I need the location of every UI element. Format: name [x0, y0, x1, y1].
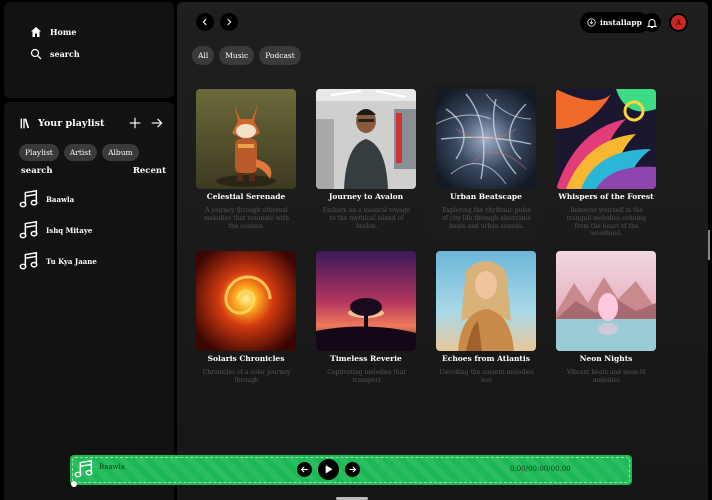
playlist-item[interactable]: Baawla [18, 188, 74, 210]
progress-handle[interactable] [71, 481, 77, 487]
library-header: Your playlist [19, 116, 164, 130]
music-note-icon [19, 220, 38, 239]
download-circle-icon [587, 18, 596, 27]
album-card[interactable]: Urban Beatscape Exploring the rhythmic p… [427, 84, 537, 234]
album-description: Captivating melodies that transport [327, 369, 406, 384]
arrow-left-icon [300, 466, 308, 473]
avatar-initial: A [675, 18, 682, 27]
album-card[interactable]: Neon Nights Vibrant beats and neon-lit m… [547, 246, 657, 396]
album-cover [196, 89, 296, 189]
avatar[interactable]: A [669, 13, 688, 32]
album-title: Timeless Reverie [330, 354, 402, 363]
install-app-label: installapp [600, 18, 642, 27]
album-cover [196, 251, 296, 351]
previous-button[interactable] [297, 462, 312, 477]
library-title: Your playlist [38, 117, 105, 129]
main-content: installapp A All Music Podcast Celestial… [177, 2, 708, 500]
scrollbar-thumb[interactable] [708, 230, 710, 260]
filter-podcast[interactable]: Podcast [259, 46, 301, 65]
album-cover [556, 89, 656, 189]
album-card[interactable]: Whispers of the Forest Immerse yourself … [547, 84, 657, 237]
play-icon [325, 465, 333, 474]
arrow-right-icon [349, 466, 357, 473]
library-search[interactable]: search [21, 166, 53, 176]
chip-artist[interactable]: Artist [63, 144, 98, 161]
music-note-icon [19, 251, 38, 270]
chip-playlist[interactable]: Playlist [19, 144, 59, 161]
nav-search[interactable]: search [30, 48, 80, 60]
playlist-item[interactable]: Tu Kya Jaane [18, 250, 97, 272]
next-button[interactable] [345, 462, 360, 477]
plus-icon[interactable] [128, 116, 142, 130]
playlist-name: Baawla [46, 194, 75, 204]
player-song-name: Baawla [99, 463, 125, 471]
chevron-left-icon [202, 18, 207, 26]
nav-search-label: search [50, 49, 80, 59]
library-icon[interactable] [19, 117, 32, 130]
library-chips: Playlist Artist Album [19, 144, 139, 161]
arrow-right-icon[interactable] [150, 116, 164, 130]
playlist-name: Tu Kya Jaane [46, 256, 97, 266]
album-description: Embark on a musical voyage to the mythic… [322, 207, 411, 230]
album-description: Immerse yourself in the tranquil melodie… [566, 207, 647, 238]
back-button[interactable] [196, 13, 214, 31]
player-time: 0:00/00:00/00.00 [510, 465, 571, 473]
filter-chips: All Music Podcast [192, 46, 301, 65]
notifications-button[interactable] [642, 13, 661, 32]
album-card[interactable]: Celestial Serenade A journey through eth… [187, 84, 297, 234]
music-note-icon [74, 459, 93, 478]
album-card[interactable]: Echoes from Atlantis Unveiling the ancie… [427, 246, 537, 396]
nav-home-label: Home [50, 27, 77, 37]
album-title: Whispers of the Forest [558, 192, 654, 201]
forward-button[interactable] [220, 13, 238, 31]
album-title: Celestial Serenade [206, 192, 286, 201]
install-app-button[interactable]: installapp [580, 12, 649, 33]
nav-home[interactable]: Home [30, 26, 76, 38]
chip-album[interactable]: Album [102, 144, 139, 161]
album-title: Echoes from Atlantis [442, 354, 530, 363]
album-card[interactable]: Solaris Chronicles Chronicles of a solar… [187, 246, 297, 396]
album-title: Journey to Avalon [328, 192, 404, 201]
filter-all[interactable]: All [192, 46, 215, 65]
chevron-right-icon [227, 18, 232, 26]
album-cover [316, 89, 416, 189]
album-cover [436, 251, 536, 351]
playlist-name: Ishq Mitaye [46, 225, 93, 235]
album-description: Chronicles of a solar journey through [202, 369, 291, 384]
filter-music[interactable]: Music [219, 46, 255, 65]
nav-panel: Home search [4, 2, 174, 98]
home-icon [31, 27, 41, 37]
playlist-item[interactable]: Ishq Mitaye [18, 219, 92, 241]
music-note-icon [19, 189, 38, 208]
album-description: Vibrant beats and neon-lit melodies [566, 369, 647, 384]
player-bar: Baawla 0:00/00:00/00.00 [70, 455, 632, 485]
album-description: Exploring the rhythmic pulse of city lif… [442, 207, 531, 230]
play-button[interactable] [318, 459, 339, 480]
album-description: A journey through ethereal melodies that… [204, 207, 289, 230]
album-title: Solaris Chronicles [207, 354, 285, 363]
album-card[interactable]: Timeless Reverie Captivating melodies th… [307, 246, 417, 396]
album-card[interactable]: Journey to Avalon Embark on a musical vo… [307, 84, 417, 234]
album-title: Neon Nights [579, 354, 633, 363]
album-cover [436, 89, 536, 189]
library-sort[interactable]: Recent [133, 166, 166, 176]
album-cover [316, 251, 416, 351]
album-cover [556, 251, 656, 351]
album-description: Unveiling the ancient melodies lost [439, 369, 534, 384]
bell-icon [646, 18, 657, 28]
library-panel: Your playlist Playlist Artist Album sear… [4, 102, 174, 500]
search-icon [30, 48, 42, 60]
album-title: Urban Beatscape [450, 192, 522, 201]
